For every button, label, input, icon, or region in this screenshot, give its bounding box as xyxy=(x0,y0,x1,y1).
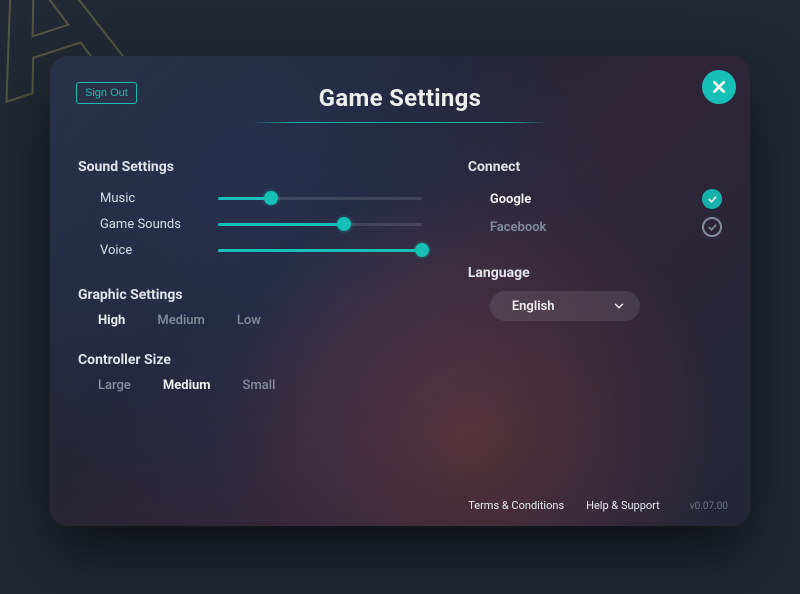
controller-option-small[interactable]: Small xyxy=(243,378,276,393)
sound-row: Game Sounds xyxy=(78,211,422,237)
controller-options: Large Medium Small xyxy=(78,378,422,393)
left-column: Sound Settings Music Game Sounds Voice Gra… xyxy=(78,159,422,393)
sound-row: Music xyxy=(78,185,422,211)
language-heading: Language xyxy=(468,265,722,281)
sound-label: Voice xyxy=(100,243,218,258)
controller-option-medium[interactable]: Medium xyxy=(163,378,211,393)
sound-slider-game sounds[interactable] xyxy=(218,214,422,234)
graphic-options: High Medium Low xyxy=(78,313,422,328)
connect-label-google: Google xyxy=(490,192,702,207)
title-underline xyxy=(250,122,550,123)
graphic-option-medium[interactable]: Medium xyxy=(157,313,205,328)
connect-label-facebook: Facebook xyxy=(490,220,702,235)
sound-slider-music[interactable] xyxy=(218,188,422,208)
terms-link[interactable]: Terms & Conditions xyxy=(468,499,564,512)
sound-label: Game Sounds xyxy=(100,217,218,232)
graphic-heading: Graphic Settings xyxy=(78,287,422,303)
sound-row: Voice xyxy=(78,237,422,263)
sound-slider-voice[interactable] xyxy=(218,240,422,260)
controller-option-large[interactable]: Large xyxy=(98,378,131,393)
footer: Terms & Conditions Help & Support v0.07.… xyxy=(468,499,728,512)
check-icon xyxy=(707,222,718,233)
language-value: English xyxy=(512,299,555,314)
chevron-down-icon xyxy=(612,299,626,313)
sound-sliders: Music Game Sounds Voice xyxy=(78,185,422,263)
connect-toggle-facebook[interactable] xyxy=(702,217,722,237)
close-icon xyxy=(711,79,727,95)
close-button[interactable] xyxy=(702,70,736,104)
controller-heading: Controller Size xyxy=(78,352,422,368)
right-column: Connect Google Facebook Language English xyxy=(462,159,722,393)
sound-label: Music xyxy=(100,191,218,206)
title-block: Game Settings xyxy=(250,78,550,123)
page-title: Game Settings xyxy=(250,84,550,112)
sound-heading: Sound Settings xyxy=(78,159,422,175)
connect-row: Facebook xyxy=(468,213,722,241)
help-link[interactable]: Help & Support xyxy=(586,499,660,512)
language-select[interactable]: English xyxy=(490,291,640,321)
graphic-option-low[interactable]: Low xyxy=(237,313,261,328)
connect-toggle-google[interactable] xyxy=(702,189,722,209)
settings-modal: Sign Out Game Settings Sound Settings Mu… xyxy=(50,56,750,526)
graphic-option-high[interactable]: High xyxy=(98,313,125,328)
sign-out-button[interactable]: Sign Out xyxy=(76,82,137,104)
connect-row: Google xyxy=(468,185,722,213)
connect-items: Google Facebook xyxy=(468,185,722,241)
version-label: v0.07.00 xyxy=(690,501,728,512)
check-icon xyxy=(707,194,718,205)
connect-heading: Connect xyxy=(468,159,722,175)
